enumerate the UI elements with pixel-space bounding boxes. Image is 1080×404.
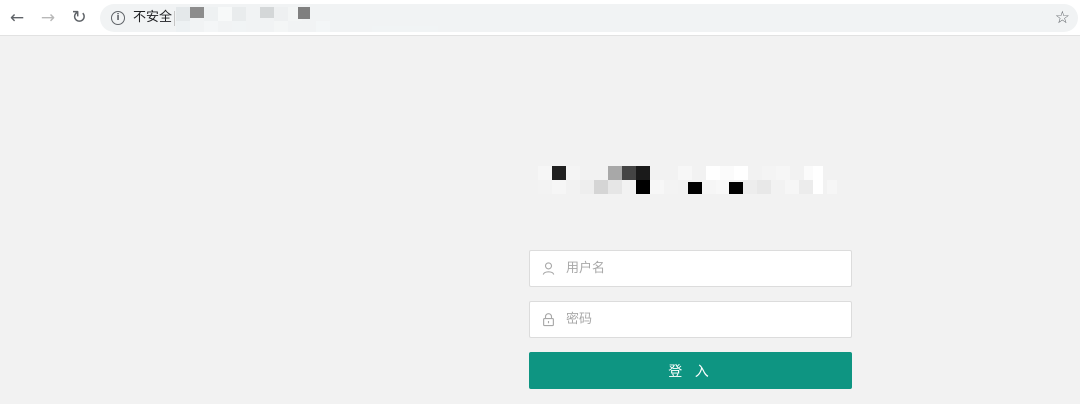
- arrow-left-icon: ←: [9, 7, 25, 28]
- lock-icon: [543, 313, 554, 327]
- login-button[interactable]: 登 入: [529, 352, 852, 389]
- reload-icon: ↻: [71, 7, 87, 28]
- url-divider: [174, 11, 175, 26]
- browser-toolbar: ← → ↻ i 不安全 ☆: [0, 0, 1080, 36]
- arrow-right-icon: →: [40, 7, 56, 28]
- pixelated-brand-title: [538, 166, 838, 196]
- user-icon: [542, 262, 555, 275]
- security-status-label[interactable]: 不安全: [133, 10, 172, 26]
- username-input[interactable]: [566, 251, 846, 286]
- reload-button[interactable]: ↻: [67, 6, 91, 30]
- forward-button[interactable]: →: [36, 6, 60, 30]
- back-button[interactable]: ←: [5, 6, 29, 30]
- username-field[interactable]: [529, 250, 852, 287]
- star-outline-icon[interactable]: ☆: [1055, 8, 1070, 28]
- password-field[interactable]: [529, 301, 852, 338]
- info-circle-icon[interactable]: i: [111, 11, 125, 25]
- address-bar[interactable]: i 不安全 ☆: [100, 4, 1078, 32]
- pixelated-url[interactable]: [176, 4, 438, 32]
- password-input[interactable]: [566, 302, 846, 337]
